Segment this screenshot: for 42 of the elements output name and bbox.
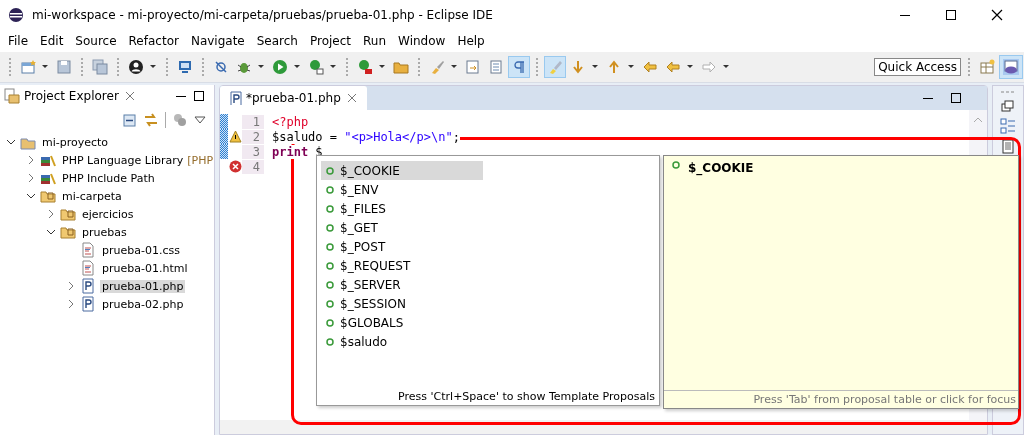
menu-item[interactable]: File	[4, 34, 33, 48]
tree-item[interactable]: mi-carpeta	[60, 189, 124, 203]
quick-access-field[interactable]: Quick Access	[874, 58, 961, 76]
popup-hint: Press 'Tab' from proposal table or click for focus	[664, 390, 1018, 408]
proposal-item[interactable]: $_ENV	[321, 180, 483, 199]
window-title: mi-workspace - mi-proyecto/mi-carpeta/pruebas/prueba-01.php - Eclipse IDE	[32, 8, 493, 22]
proposal-item[interactable]: $_POST	[321, 237, 483, 256]
menu-item[interactable]: Window	[394, 34, 450, 48]
proposal-item[interactable]: $_GET	[321, 218, 483, 237]
panel-tab[interactable]: Project Explorer	[24, 89, 119, 103]
line-number: 2	[242, 129, 264, 144]
tree-item[interactable]: pruebas	[80, 225, 129, 239]
menu-item[interactable]: Project	[305, 34, 356, 48]
menu-item[interactable]: Refactor	[124, 34, 183, 48]
tree-item[interactable]: PHP Language Library	[60, 153, 186, 167]
menu-item[interactable]: Help	[453, 34, 489, 48]
proposal-item[interactable]: $GLOBALS	[321, 313, 483, 332]
proposal-item[interactable]: $saludo	[321, 332, 483, 351]
popup-hint: Press 'Ctrl+Space' to show Template Proposals	[397, 390, 656, 405]
menu-item[interactable]: Search	[252, 34, 302, 48]
proposal-item[interactable]: $_FILES	[321, 199, 483, 218]
tree-item[interactable]: prueba-01.php	[100, 279, 186, 293]
line-number: 3	[242, 144, 264, 159]
proposal-item[interactable]: $_SESSION	[321, 294, 483, 313]
menu-item[interactable]: Navigate	[186, 34, 249, 48]
info-title: $_COOKIE	[688, 161, 754, 175]
line-number: 4	[242, 159, 264, 174]
tree-item[interactable]: ejercicios	[80, 207, 136, 221]
line-number: 1	[242, 114, 264, 129]
proposal-item[interactable]: $_COOKIE	[321, 161, 483, 180]
tree-item[interactable]: prueba-01.html	[100, 261, 190, 275]
menu-item[interactable]: Run	[359, 34, 391, 48]
tree-item[interactable]: PHP Include Path	[60, 171, 157, 185]
proposal-item[interactable]: $_REQUEST	[321, 256, 483, 275]
tree-item-decoration: [PHP	[187, 153, 214, 167]
proposal-item[interactable]: $_SERVER	[321, 275, 483, 294]
tree-item[interactable]: mi-proyecto	[40, 135, 111, 149]
tree-item[interactable]: prueba-02.php	[100, 297, 186, 311]
editor-tab[interactable]: *prueba-01.php	[220, 86, 367, 110]
tree-item[interactable]: prueba-01.css	[100, 243, 182, 257]
menu-item[interactable]: Edit	[36, 34, 68, 48]
menu-item[interactable]: Source	[71, 34, 121, 48]
